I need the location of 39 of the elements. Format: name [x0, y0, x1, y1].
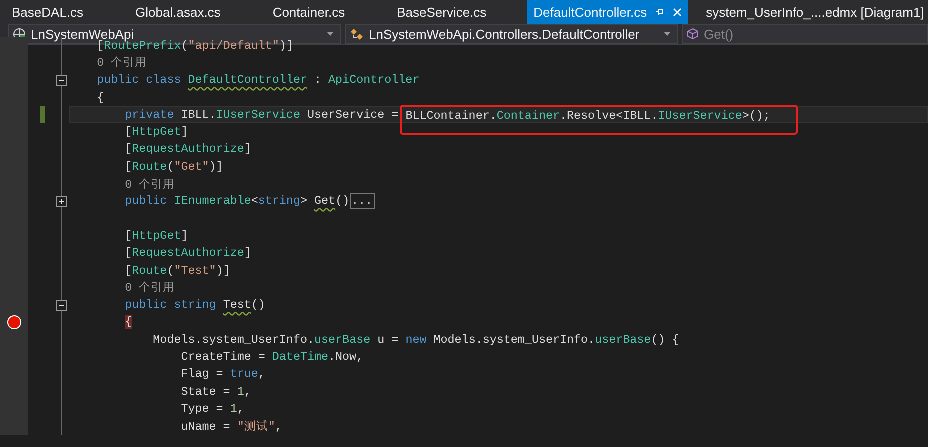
- file-tab[interactable]: Global.asax.cs: [124, 0, 261, 24]
- file-tab[interactable]: system_UserInfo_....edmx [Diagram1]: [694, 0, 928, 24]
- code-line: CreateTime = DateTime.Now,: [180, 350, 364, 364]
- code-line: [Route("Test")]: [124, 264, 230, 278]
- expand-icon[interactable]: [56, 196, 67, 207]
- code-line: 0 个引用: [96, 55, 148, 70]
- cube-icon: [687, 28, 699, 40]
- collapse-icon[interactable]: [56, 74, 67, 86]
- navigation-dropdown[interactable]: LnSystemWebApi.Controllers.DefaultController: [345, 24, 678, 44]
- breakpoint-icon[interactable]: [6, 314, 22, 330]
- code-line: [Route("Get")]: [124, 160, 224, 174]
- file-tab[interactable]: BaseDAL.cs: [0, 0, 124, 24]
- code-line: State = 1,: [180, 384, 252, 399]
- code-line: 0 个引用: [124, 280, 176, 296]
- pin-icon[interactable]: [655, 7, 666, 17]
- code-line: Type = 1,: [180, 402, 244, 416]
- code-line: Models.system_UserInfo.userBase u = new Models.system_UserInfo.userBase() {: [152, 332, 680, 347]
- caret-icon: [664, 32, 671, 36]
- file-tab[interactable]: BaseService.cs: [385, 0, 527, 24]
- file-tab[interactable]: Container.cs: [260, 0, 386, 24]
- collapsed-code-button[interactable]: ...: [350, 193, 375, 210]
- close-icon[interactable]: [673, 8, 682, 16]
- code-line: [HttpGet]: [124, 228, 188, 243]
- code-line: public class DefaultController : ApiController: [96, 73, 420, 88]
- code-line: [RequestAuthorize]: [124, 142, 252, 156]
- code-line: public string Test(): [124, 298, 266, 312]
- code-line: [HttpGet]: [124, 125, 188, 140]
- code-line: uName = "测试",: [180, 418, 282, 434]
- file-tab[interactable]: DefaultController.cs: [526, 0, 688, 24]
- code-line: private IBLL.IUserService UserService =: [124, 108, 400, 122]
- code-line: {: [96, 90, 104, 105]
- code-line: public IEnumerable<string> Get(): [124, 194, 350, 208]
- code-line: Flag = true,: [180, 367, 266, 382]
- class-icon: [350, 28, 364, 40]
- collapse-icon[interactable]: [56, 300, 67, 311]
- caret-icon: [327, 32, 334, 36]
- code-line: [RequestAuthorize]: [124, 246, 252, 260]
- annotation-box: BLLContainer.Container.Resolve<IBLL.IUserService>();: [400, 104, 798, 135]
- code-line: 0 个引用: [124, 176, 176, 192]
